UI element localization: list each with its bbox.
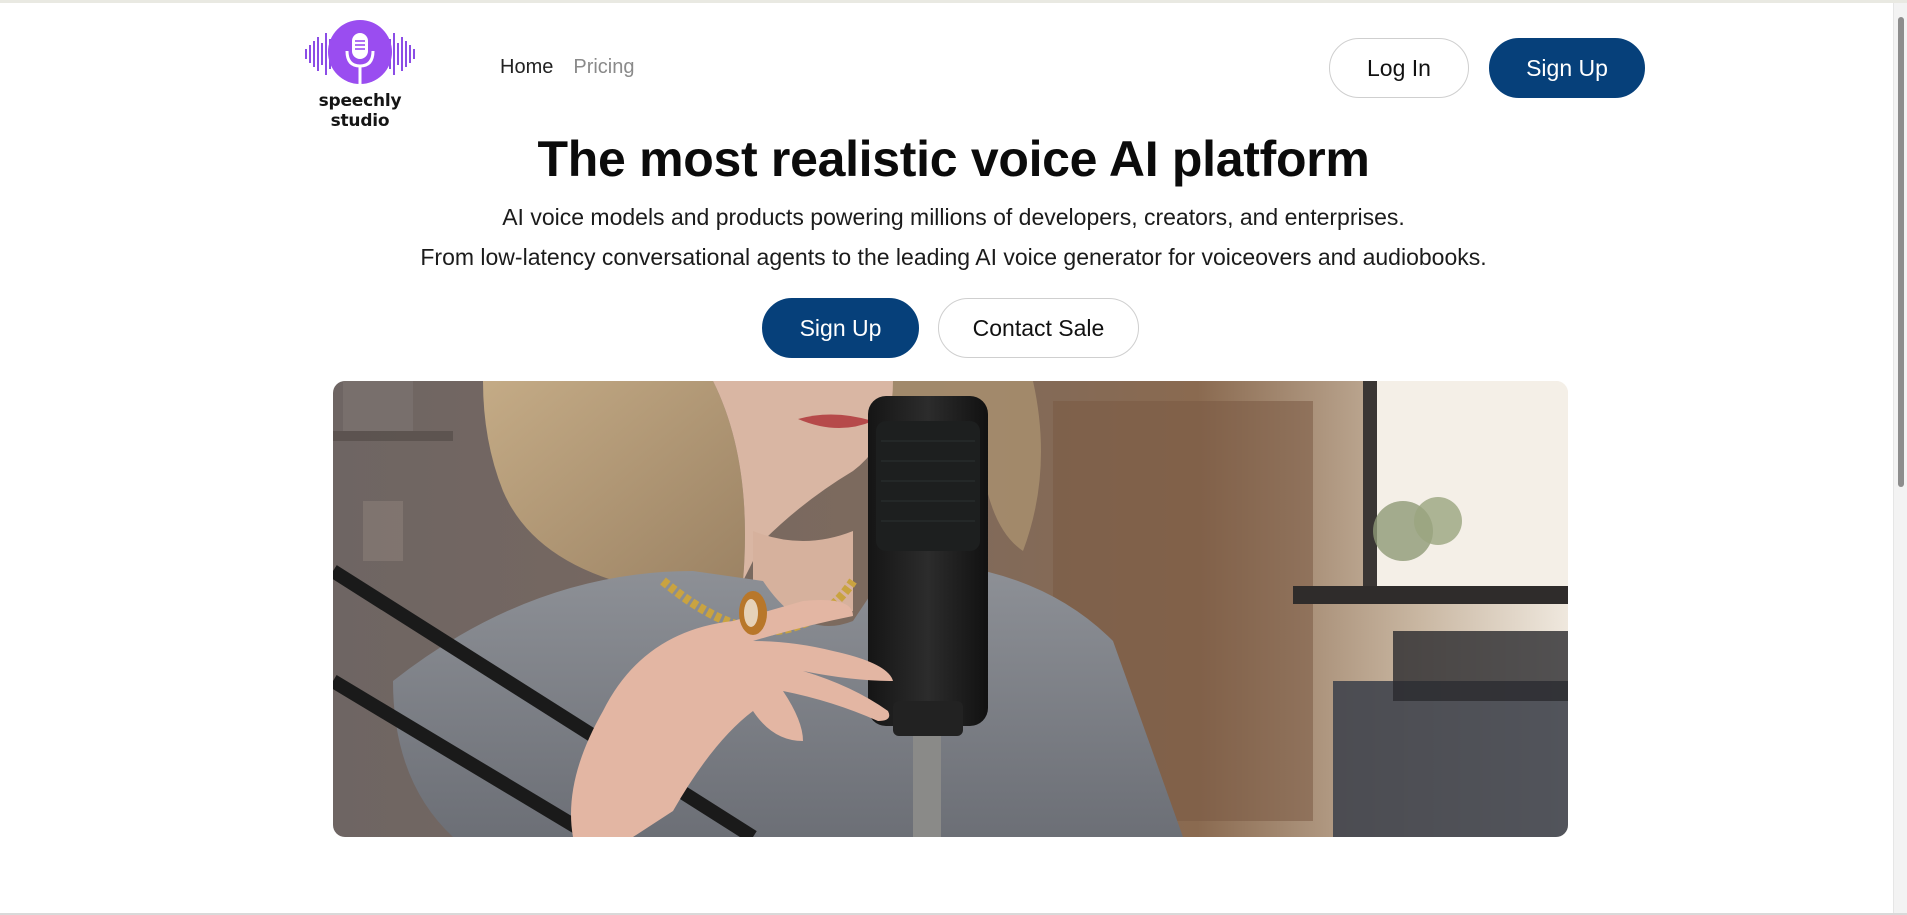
brand-name: speechly studio [318, 91, 402, 131]
login-button[interactable]: Log In [1329, 38, 1469, 98]
hero-subtitle-line-1: AI voice models and products powering mi… [502, 204, 1405, 230]
page-scrollbar[interactable] [1893, 3, 1907, 915]
main-nav: Home Pricing [500, 56, 635, 79]
scrollbar-thumb[interactable] [1898, 17, 1904, 487]
landing-page: speechly studio Home Pricing Log In Sign… [0, 3, 1907, 915]
nav-home-link[interactable]: Home [500, 56, 553, 79]
contact-sales-button[interactable]: Contact Sale [938, 298, 1139, 358]
header-signup-button[interactable]: Sign Up [1489, 38, 1645, 98]
hero-title: The most realistic voice AI platform [537, 131, 1370, 187]
brand-logo[interactable]: speechly studio [288, 19, 432, 131]
microphone-soundwave-icon [305, 20, 415, 87]
hero-image [333, 381, 1568, 837]
hero-signup-button[interactable]: Sign Up [762, 298, 919, 358]
podcast-microphone-photo [333, 381, 1568, 837]
nav-pricing-link[interactable]: Pricing [573, 56, 634, 79]
hero-subtitle-line-2: From low-latency conversational agents t… [420, 244, 1487, 270]
